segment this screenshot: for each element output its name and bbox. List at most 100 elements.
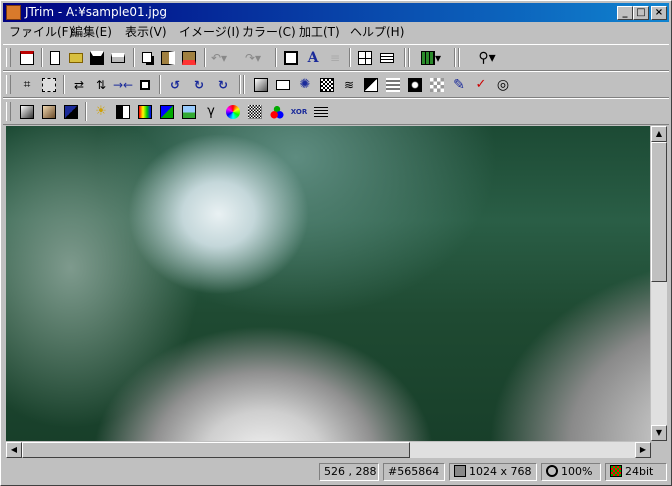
maximize-button[interactable]: □	[633, 6, 649, 20]
toolbar-transform: ⌗ ⇄ ⇅ →← ↺ ↻ ↻ ✺ ≋ ✎ ✓ ◎	[3, 71, 669, 98]
separator	[275, 48, 277, 67]
save-icon[interactable]	[87, 48, 107, 67]
menu-view[interactable]: 表示(V)	[121, 25, 171, 40]
grayscale-icon[interactable]	[17, 102, 37, 121]
title-bar[interactable]: JTrim - A:¥sample01.jpg _ □ ×	[3, 3, 669, 22]
open-recent-icon[interactable]	[17, 48, 37, 67]
minimize-button[interactable]: _	[617, 6, 633, 20]
open-icon[interactable]	[66, 48, 86, 67]
shrink-icon[interactable]: →←	[113, 75, 133, 94]
scroll-right-button[interactable]: ▶	[635, 442, 651, 458]
vertical-scroll-thumb[interactable]	[651, 142, 667, 282]
redo-icon[interactable]: ↷▾	[243, 48, 263, 67]
rgb-dots-icon[interactable]	[267, 102, 287, 121]
menu-edit[interactable]: 編集(E)	[67, 25, 116, 40]
separator	[133, 48, 135, 67]
separator	[85, 102, 87, 121]
menu-process[interactable]: 加工(T)	[295, 25, 344, 40]
status-color: #565864	[383, 463, 445, 481]
separator	[454, 48, 456, 67]
separator	[41, 48, 43, 67]
status-size: 1024 x 768	[469, 465, 532, 478]
color-depth-icon	[610, 465, 622, 477]
zoom-icon[interactable]: ⚲▾	[471, 48, 503, 67]
separator	[243, 75, 245, 94]
image-size-icon	[454, 465, 466, 477]
emboss-icon[interactable]	[361, 75, 381, 94]
burst-icon[interactable]: ✺	[295, 75, 315, 94]
flip-horizontal-icon[interactable]: ⇄	[69, 75, 89, 94]
border-icon[interactable]	[273, 75, 293, 94]
horizontal-scrollbar[interactable]: ◀ ▶	[6, 442, 651, 458]
zoom-status-icon	[546, 465, 558, 477]
separator	[408, 48, 410, 67]
toolbar-main: ↶▾ ↷▾ A ≡ ▾ ⚲▾	[3, 44, 669, 71]
menu-bar: ファイル(F) 編集(E) 表示(V) イメージ(I) カラー(C) 加工(T)…	[3, 23, 669, 42]
toolbar-grip[interactable]	[6, 102, 11, 121]
menu-color[interactable]: カラー(C)	[238, 25, 300, 40]
rgb-icon[interactable]	[157, 102, 177, 121]
wave-icon[interactable]: ≋	[339, 75, 359, 94]
status-coords: 526 , 288	[319, 463, 379, 481]
text-icon[interactable]: A	[303, 48, 323, 67]
image-canvas[interactable]	[6, 126, 650, 441]
contrast-icon[interactable]	[113, 102, 133, 121]
image-icon[interactable]	[179, 102, 199, 121]
color-wheel-icon[interactable]	[223, 102, 243, 121]
dither-icon[interactable]	[245, 102, 265, 121]
grid-icon[interactable]	[377, 48, 397, 67]
brightness-icon[interactable]: ☀	[91, 102, 111, 121]
fit-window-icon[interactable]	[281, 48, 301, 67]
tiles-icon[interactable]	[427, 75, 447, 94]
undo-icon[interactable]: ↶▾	[209, 48, 229, 67]
separator	[239, 75, 241, 94]
copy-icon[interactable]	[137, 48, 157, 67]
separator	[159, 75, 161, 94]
scanline-icon[interactable]	[311, 102, 331, 121]
xor-icon[interactable]: XOR	[289, 102, 309, 121]
blinds-icon[interactable]	[383, 75, 403, 94]
menu-help[interactable]: ヘルプ(H)	[346, 25, 408, 40]
print-icon[interactable]	[108, 48, 128, 67]
gamma-icon[interactable]: γ	[201, 102, 221, 121]
invert-icon[interactable]	[61, 102, 81, 121]
rotate-right-90-icon[interactable]: ↻	[189, 75, 209, 94]
tile-icon[interactable]	[355, 48, 375, 67]
color-balance-icon[interactable]	[135, 102, 155, 121]
separator	[63, 75, 65, 94]
close-button[interactable]: ×	[651, 6, 667, 20]
frame-icon[interactable]	[251, 75, 271, 94]
scroll-up-button[interactable]: ▲	[651, 126, 667, 142]
rotate-left-90-icon[interactable]: ↺	[165, 75, 185, 94]
redeye-icon[interactable]: ✓	[471, 75, 491, 94]
status-zoom-panel: 100%	[541, 463, 601, 481]
horizontal-scroll-thumb[interactable]	[22, 442, 410, 458]
spiral-icon[interactable]: ◎	[493, 75, 513, 94]
scroll-down-button[interactable]: ▼	[651, 425, 667, 441]
spot-icon[interactable]	[405, 75, 425, 94]
flip-vertical-icon[interactable]: ⇅	[91, 75, 111, 94]
status-depth-panel: 24bit	[605, 463, 667, 481]
rotate-frame-icon[interactable]	[135, 75, 155, 94]
sepia-icon[interactable]	[39, 102, 59, 121]
toolbar-grip[interactable]	[6, 75, 11, 94]
app-icon[interactable]	[6, 5, 21, 20]
paste-icon[interactable]	[158, 48, 178, 67]
resize-icon[interactable]	[39, 75, 59, 94]
pen-icon[interactable]: ✎	[449, 75, 469, 94]
paste-new-icon[interactable]	[179, 48, 199, 67]
new-icon[interactable]	[45, 48, 65, 67]
window-title: JTrim - A:¥sample01.jpg	[25, 5, 167, 19]
scroll-left-button[interactable]: ◀	[6, 442, 22, 458]
disabled-icon: ≡	[329, 50, 341, 65]
toolbar-grip[interactable]	[6, 48, 11, 67]
app-window: JTrim - A:¥sample01.jpg _ □ × ファイル(F) 編集…	[0, 0, 672, 486]
view-select-icon[interactable]: ▾	[416, 48, 446, 67]
mosaic-icon[interactable]	[317, 75, 337, 94]
menu-image[interactable]: イメージ(I)	[175, 25, 244, 40]
separator	[404, 48, 406, 67]
vertical-scrollbar[interactable]: ▲ ▼	[651, 126, 667, 441]
crop-icon[interactable]: ⌗	[17, 75, 37, 94]
separator	[204, 48, 206, 67]
rotate-free-icon[interactable]: ↻	[213, 75, 233, 94]
